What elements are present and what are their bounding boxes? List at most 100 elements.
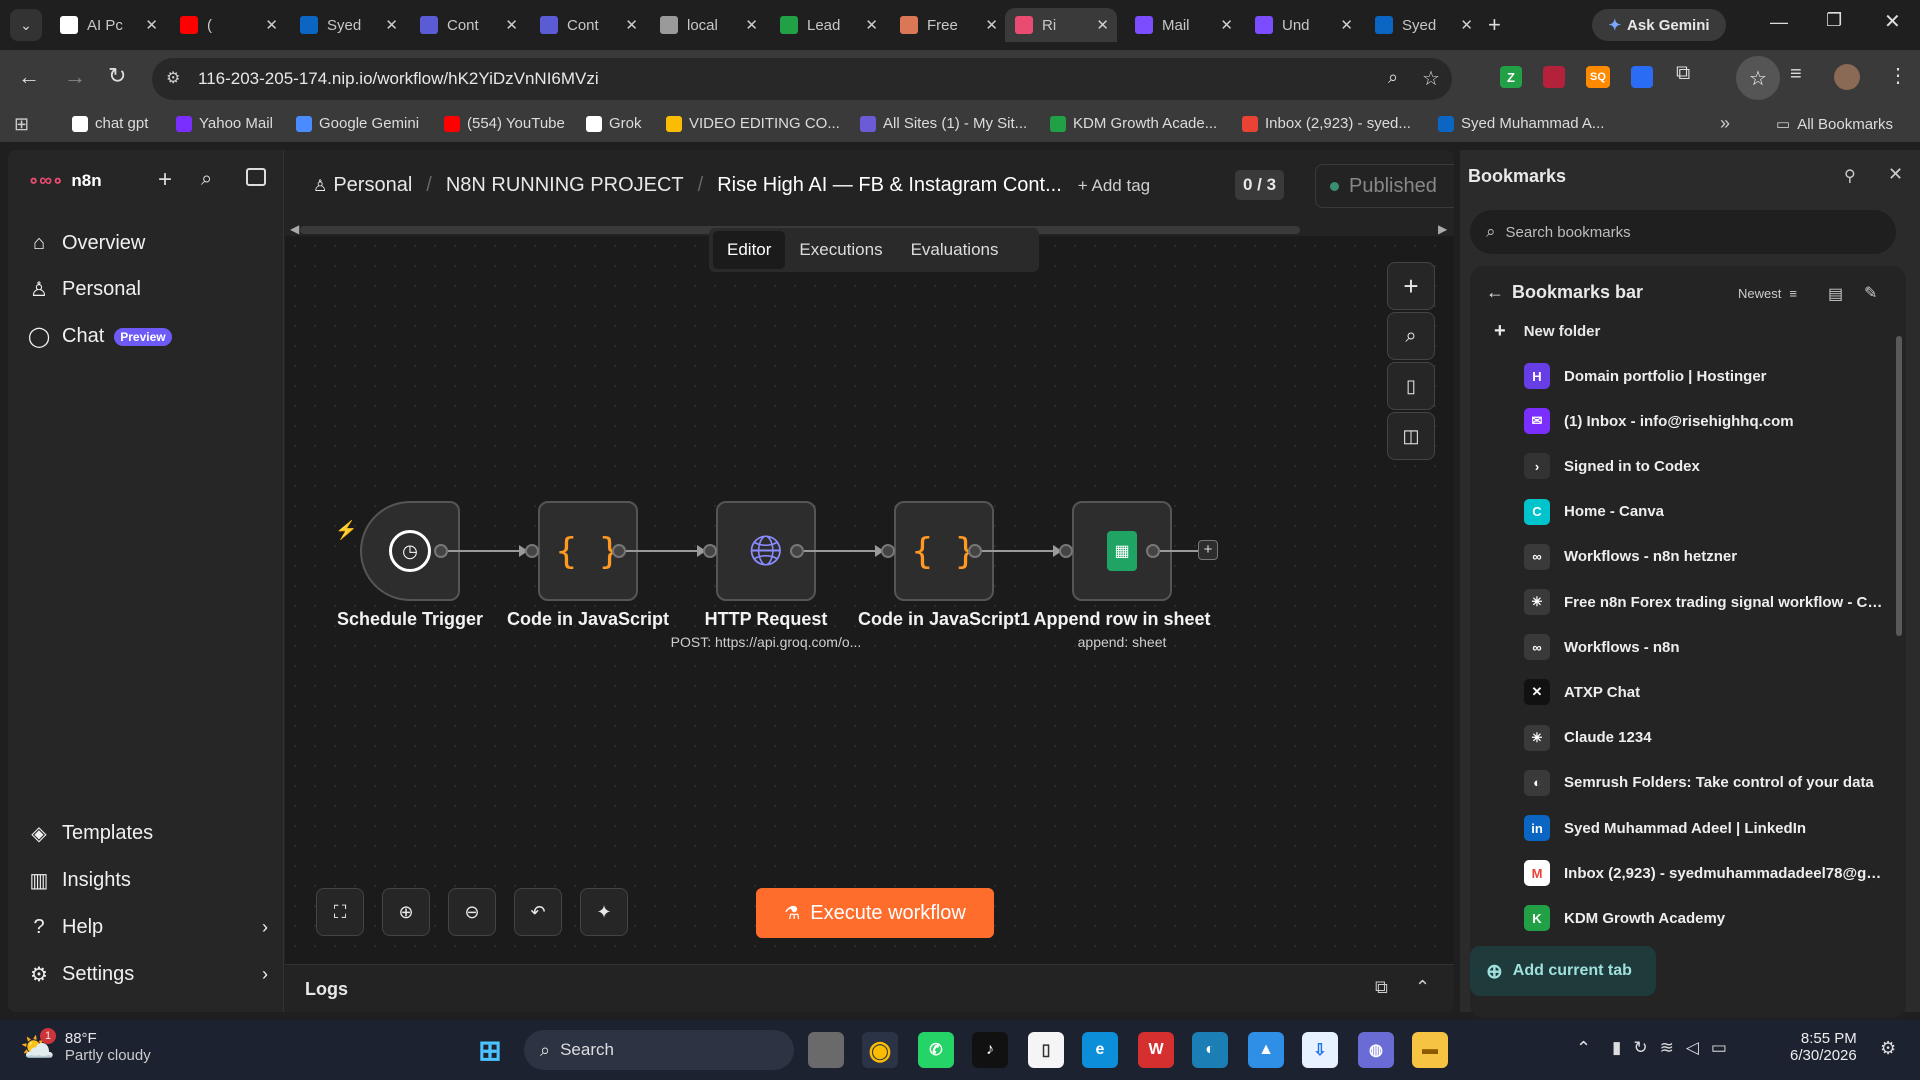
weather-widget[interactable]: ⛅ 1 88°F Partly cloudy (20, 1028, 151, 1064)
undo-button[interactable]: ↶ (514, 888, 562, 936)
zoom-icon[interactable]: ⌕ (1388, 67, 1398, 88)
bookmark-list-item[interactable]: › Signed in to Codex (1510, 444, 1886, 488)
input-port[interactable] (703, 544, 717, 558)
close-tab-icon[interactable]: ✕ (625, 16, 638, 34)
input-port[interactable] (525, 544, 539, 558)
bookmark-list-item[interactable]: in Syed Muhammad Adeel | LinkedIn (1510, 806, 1886, 850)
new-tab-button[interactable]: + (1488, 12, 1501, 38)
logs-bar[interactable]: Logs ⧉ ⌃ (285, 964, 1454, 1012)
workflow-canvas[interactable]: Editor Executions Evaluations + ⌕ ▯ ◫ ⚡ … (285, 228, 1454, 964)
system-tray-icons[interactable]: ▮↻≋◁▭ (1612, 1038, 1739, 1058)
nav-insights[interactable]: ▥ Insights (28, 869, 131, 892)
bookmark-item[interactable]: Inbox (2,923) - syed... (1242, 115, 1411, 132)
browser-tab[interactable]: local ✕ (650, 8, 766, 42)
chat-app-icon[interactable]: ◍ (1358, 1032, 1394, 1068)
bookmark-list-item[interactable]: ◐ Semrush Folders: Take control of your d… (1510, 761, 1886, 805)
browser-tab[interactable]: (✕ (170, 8, 286, 42)
edge-icon[interactable]: e (1082, 1032, 1118, 1068)
taskbar-search[interactable]: ⌕ Search (524, 1030, 794, 1070)
close-tab-icon[interactable]: ✕ (745, 16, 758, 34)
whatsapp-icon[interactable]: ✆ (918, 1032, 954, 1068)
new-folder-button[interactable]: + New folder (1494, 320, 1600, 343)
nav-templates[interactable]: ◈ Templates (28, 822, 153, 845)
file-explorer-icon[interactable]: ▬ (1412, 1032, 1448, 1068)
add-next-node-button[interactable]: + (1198, 540, 1218, 560)
create-icon[interactable]: + (158, 166, 172, 194)
bookmark-item[interactable]: KDM Growth Acade... (1050, 115, 1217, 132)
tab-editor[interactable]: Editor (713, 231, 786, 269)
search-bookmarks-input[interactable]: ⌕ Search bookmarks (1470, 210, 1896, 254)
nav-chat[interactable]: ◯ Chat Preview (28, 325, 172, 348)
edit-icon[interactable]: ✎ (1864, 283, 1877, 303)
bookmark-list-item[interactable]: ∞ Workflows - n8n hetzner (1510, 535, 1886, 579)
fit-view-button[interactable]: ⛶ (316, 888, 364, 936)
bookmark-list-item[interactable]: ✕ ATXP Chat (1510, 670, 1886, 714)
scroll-left-icon[interactable]: ◀ (290, 222, 299, 236)
bookmark-item[interactable]: Syed Muhammad A... (1438, 115, 1604, 132)
tab-search-button[interactable]: ⌄ (10, 9, 42, 41)
browser-tab[interactable]: AI Pc ✕ (50, 8, 166, 42)
nav-settings[interactable]: ⚙ Settings › (28, 963, 268, 986)
input-port[interactable] (1059, 544, 1073, 558)
execute-workflow-button[interactable]: ⚗ Execute workflow (756, 888, 994, 938)
panel-scrollbar[interactable] (1896, 336, 1902, 636)
bookmark-item[interactable]: All Sites (1) - My Sit... (860, 115, 1027, 132)
apps-grid-icon[interactable]: ⊞ (14, 114, 29, 135)
browser-tab[interactable]: Free ✕ (890, 8, 1006, 42)
close-tab-icon[interactable]: ✕ (985, 16, 998, 34)
nav-help[interactable]: ? Help › (28, 916, 268, 939)
browser-menu-icon[interactable]: ⋮ (1888, 63, 1908, 88)
output-port[interactable] (968, 544, 982, 558)
pin-icon[interactable]: ⚲ (1844, 166, 1856, 186)
breadcrumb-project[interactable]: N8N RUNNING PROJECT (446, 174, 684, 197)
search-icon[interactable]: ⌕ (201, 168, 212, 191)
pop-out-icon[interactable]: ⧉ (1375, 977, 1388, 998)
reload-button[interactable]: ↻ (108, 63, 126, 89)
extension-red-icon[interactable] (1543, 66, 1565, 88)
close-tab-icon[interactable]: ✕ (1096, 16, 1109, 34)
n8n-logo[interactable]: ∘∞∘ n8n (28, 170, 102, 191)
zoom-out-button[interactable]: ⊖ (448, 888, 496, 936)
forward-button[interactable]: → (64, 64, 86, 90)
bookmark-item[interactable]: chat gpt (72, 115, 148, 132)
browser-tab[interactable]: Ri ✕ (1005, 8, 1117, 42)
output-port[interactable] (612, 544, 626, 558)
add-node-button[interactable]: + (1387, 262, 1435, 310)
breadcrumb-personal[interactable]: Personal (333, 174, 412, 197)
published-status[interactable]: Published (1315, 164, 1454, 208)
output-port[interactable] (790, 544, 804, 558)
nav-overview[interactable]: ⌂ Overview (28, 232, 145, 255)
sort-control[interactable]: Newest ≡ (1738, 286, 1797, 301)
url-text[interactable]: 116-203-205-174.nip.io/workflow/hK2YiDzV… (198, 69, 599, 89)
tiktok-icon[interactable]: ♪ (972, 1032, 1008, 1068)
bookmark-list-item[interactable]: M Inbox (2,923) - syedmuhammadadeel78@gma… (1510, 851, 1886, 895)
start-button[interactable]: ⊞ (472, 1032, 508, 1068)
bookmark-list-item[interactable]: ✳ Free n8n Forex trading signal workflow … (1510, 580, 1886, 624)
close-tab-icon[interactable]: ✕ (145, 16, 158, 34)
bookmark-item[interactable]: Google Gemini (296, 115, 419, 132)
app-icon[interactable]: ◐ (1192, 1032, 1228, 1068)
extensions-icon[interactable]: ⧉ (1676, 62, 1690, 85)
wps-office-icon[interactable]: W (1138, 1032, 1174, 1068)
bookmarks-side-panel-button[interactable]: ☆ (1736, 56, 1780, 100)
back-arrow-icon[interactable]: ← (1486, 282, 1504, 303)
bookmark-list-item[interactable]: ✳ Claude 1234 (1510, 716, 1886, 760)
media-control-icon[interactable]: ≡ (1790, 63, 1802, 86)
restore-button[interactable]: ❐ (1826, 10, 1842, 31)
bookmarks-overflow-icon[interactable]: » (1720, 113, 1730, 134)
browser-tab[interactable]: Cont ✕ (410, 8, 526, 42)
browser-tab[interactable]: Mail ✕ (1125, 8, 1241, 42)
site-info-icon[interactable]: ⚙ (166, 68, 180, 88)
ask-gemini-button[interactable]: ✦ Ask Gemini (1592, 9, 1726, 41)
extension-z-icon[interactable]: Z (1500, 66, 1522, 88)
tab-executions[interactable]: Executions (785, 231, 896, 269)
chevron-up-icon[interactable]: ⌃ (1576, 1038, 1591, 1059)
bookmark-item[interactable]: Yahoo Mail (176, 115, 273, 132)
bookmark-item[interactable]: Grok (586, 115, 642, 132)
profile-avatar[interactable] (1834, 64, 1860, 90)
minimize-button[interactable]: — (1770, 12, 1788, 33)
workflow-name[interactable]: Rise High AI — FB & Instagram Cont... (717, 174, 1062, 197)
bookmark-list-item[interactable]: ✉ (1) Inbox - info@risehighhq.com (1510, 399, 1886, 443)
view-toggle-icon[interactable]: ▤ (1828, 284, 1843, 304)
input-port[interactable] (881, 544, 895, 558)
